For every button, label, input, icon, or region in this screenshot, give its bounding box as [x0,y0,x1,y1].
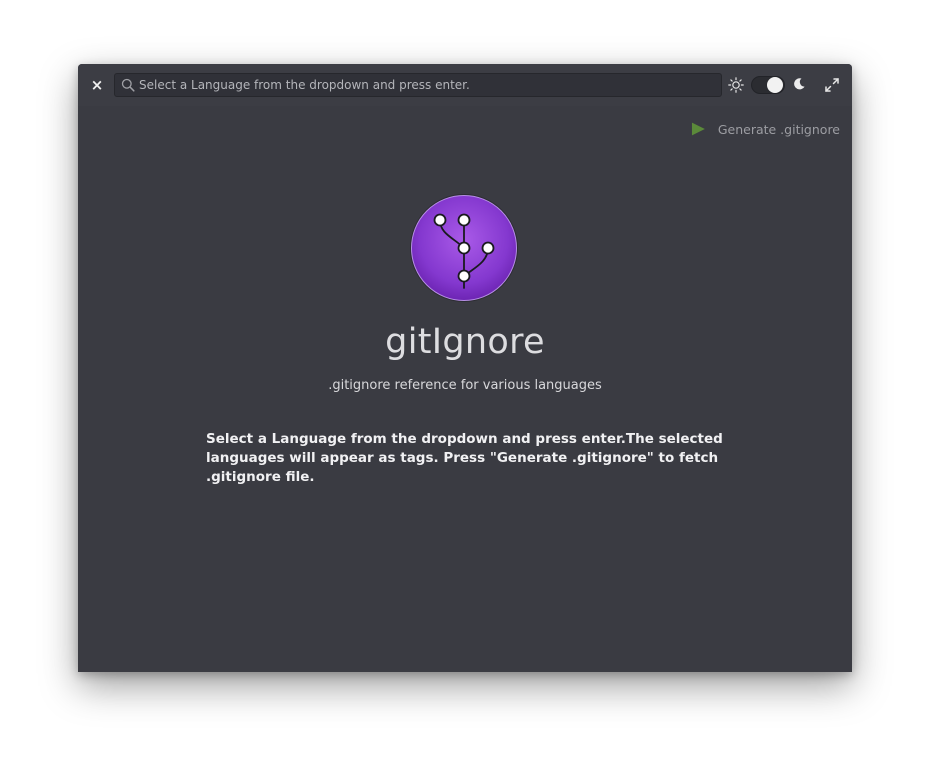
headerbar: × [78,64,852,106]
maximize-icon[interactable] [824,77,840,93]
toggle-knob [767,77,783,93]
sun-icon [728,77,744,93]
generate-gitignore-label: Generate .gitignore [717,121,840,137]
close-button[interactable]: × [88,75,106,95]
git-branch-logo-icon [410,194,518,302]
dark-mode-toggle[interactable] [751,76,785,94]
app-subtitle: .gitignore reference for various languag… [328,378,602,393]
app-title: gitIgnore [385,322,545,362]
instructions-text: Select a Language from the dropdown and … [206,431,723,485]
search-input[interactable] [139,74,709,96]
generate-gitignore-button[interactable]: Generate .gitignore [690,118,840,140]
search-entry[interactable] [114,73,722,97]
app-window: × Select a Language from the dropdown an… [78,64,852,672]
search-icon [121,78,135,92]
close-icon: × [90,76,104,94]
play-icon [691,122,705,136]
moon-icon [794,78,805,90]
